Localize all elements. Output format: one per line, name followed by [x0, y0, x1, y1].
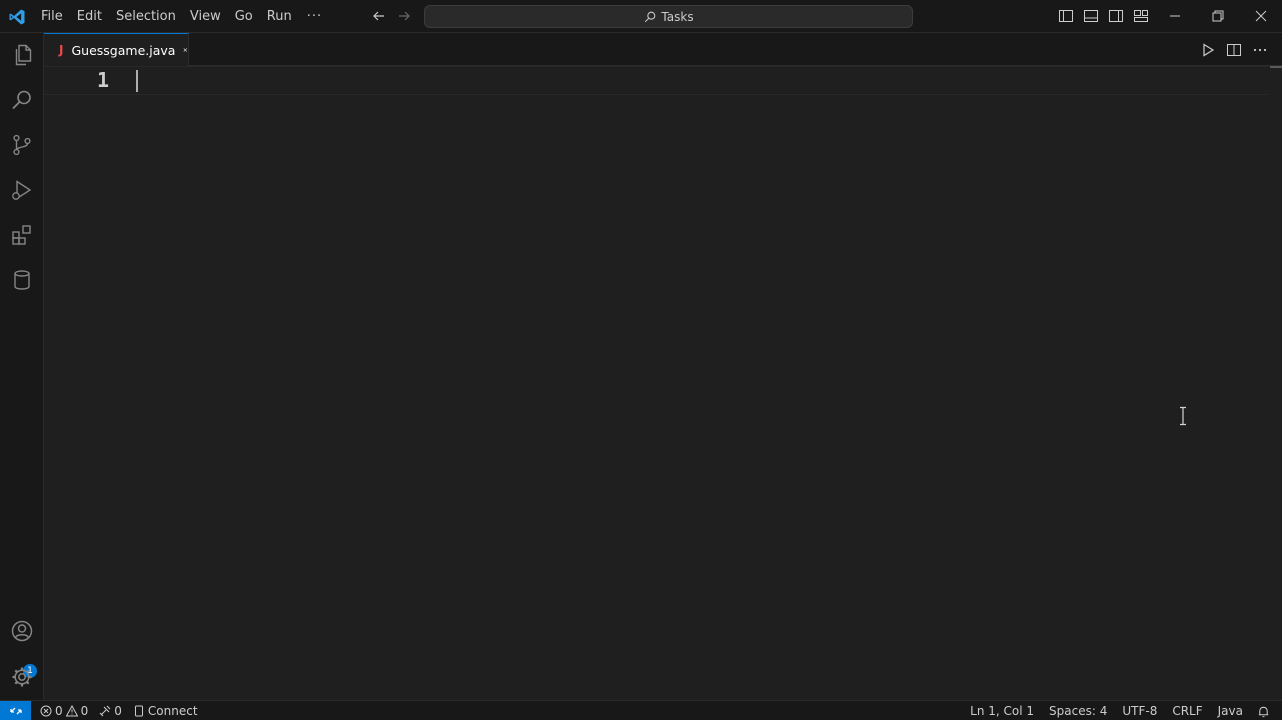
- status-bar: 0 0 0 Connect Ln 1, Col 1 Spaces: 4 UTF-…: [0, 700, 1282, 720]
- close-tab-icon[interactable]: [183, 44, 188, 56]
- menu-run[interactable]: Run: [260, 0, 299, 33]
- status-left: 0 0 0 Connect: [40, 701, 206, 720]
- warning-count: 0: [80, 704, 89, 718]
- minimize-icon[interactable]: [1168, 9, 1182, 23]
- menu-bar: File Edit Selection View Go Run ···: [34, 0, 330, 33]
- code-editor[interactable]: 1: [44, 66, 1282, 700]
- line-number: 1: [97, 68, 110, 92]
- toggle-panel-icon[interactable]: [1083, 8, 1099, 24]
- error-icon: [40, 705, 52, 717]
- indentation[interactable]: Spaces: 4: [1049, 704, 1107, 718]
- customize-layout-icon[interactable]: [1133, 8, 1149, 24]
- toggle-primary-sidebar-icon[interactable]: [1058, 8, 1074, 24]
- toggle-secondary-sidebar-icon[interactable]: [1108, 8, 1124, 24]
- go-forward-icon[interactable]: [396, 8, 412, 24]
- java-file-icon: J: [59, 43, 64, 57]
- ports-indicator[interactable]: 0: [99, 704, 122, 718]
- notifications-bell-icon[interactable]: [1257, 705, 1270, 718]
- connect-button[interactable]: Connect: [133, 704, 198, 718]
- go-back-icon[interactable]: [371, 8, 387, 24]
- split-editor-icon[interactable]: [1226, 42, 1242, 58]
- warning-icon: [65, 705, 78, 717]
- run-debug-icon[interactable]: [10, 178, 34, 202]
- source-control-icon[interactable]: [10, 133, 34, 157]
- menu-edit[interactable]: Edit: [70, 0, 109, 33]
- database-icon[interactable]: [10, 268, 34, 292]
- connect-label: Connect: [147, 704, 198, 718]
- encoding[interactable]: UTF-8: [1122, 704, 1157, 718]
- layout-controls: [1058, 8, 1149, 24]
- current-line-highlight: [44, 66, 1268, 95]
- database-connect-icon: [134, 705, 143, 717]
- language-mode[interactable]: Java: [1218, 704, 1243, 718]
- search-icon[interactable]: [10, 88, 34, 112]
- title-bar: File Edit Selection View Go Run ··· Task…: [0, 0, 1282, 33]
- ports-count: 0: [114, 704, 122, 718]
- close-window-icon[interactable]: [1254, 9, 1268, 23]
- command-center-label: Tasks: [661, 9, 694, 24]
- run-java-icon[interactable]: [1200, 42, 1216, 58]
- overview-ruler[interactable]: [1270, 66, 1282, 68]
- menu-go[interactable]: Go: [228, 0, 260, 33]
- cursor-position[interactable]: Ln 1, Col 1: [970, 704, 1034, 718]
- accounts-icon[interactable]: [10, 619, 34, 643]
- remote-indicator[interactable]: [0, 701, 31, 720]
- menu-more-button[interactable]: ···: [299, 9, 330, 24]
- restore-icon[interactable]: [1211, 9, 1225, 23]
- problems-indicator[interactable]: 0 0: [40, 704, 88, 718]
- activity-bar: 1: [0, 33, 44, 700]
- tab-guessgame-java[interactable]: J Guessgame.java: [44, 33, 189, 66]
- command-center-search[interactable]: Tasks: [424, 5, 913, 28]
- ibeam-cursor-icon: [1180, 406, 1186, 426]
- ports-icon: [99, 705, 111, 717]
- line-ending[interactable]: CRLF: [1172, 704, 1202, 718]
- text-cursor: [136, 70, 138, 92]
- search-icon: [645, 11, 656, 22]
- extensions-icon[interactable]: [10, 223, 34, 247]
- remote-icon: [9, 707, 22, 715]
- tab-label: Guessgame.java: [71, 42, 176, 58]
- editor-tab-bar: J Guessgame.java: [44, 33, 1282, 66]
- settings-gear-icon[interactable]: [10, 665, 34, 689]
- menu-file[interactable]: File: [34, 0, 70, 33]
- error-count: 0: [55, 704, 63, 718]
- more-actions-icon[interactable]: [1252, 42, 1268, 58]
- editor-actions: [1200, 42, 1268, 58]
- explorer-icon[interactable]: [10, 43, 34, 67]
- menu-view[interactable]: View: [183, 0, 228, 33]
- menu-selection[interactable]: Selection: [109, 0, 183, 33]
- vscode-logo-icon[interactable]: [8, 8, 26, 26]
- status-right: Ln 1, Col 1 Spaces: 4 UTF-8 CRLF Java: [955, 701, 1270, 720]
